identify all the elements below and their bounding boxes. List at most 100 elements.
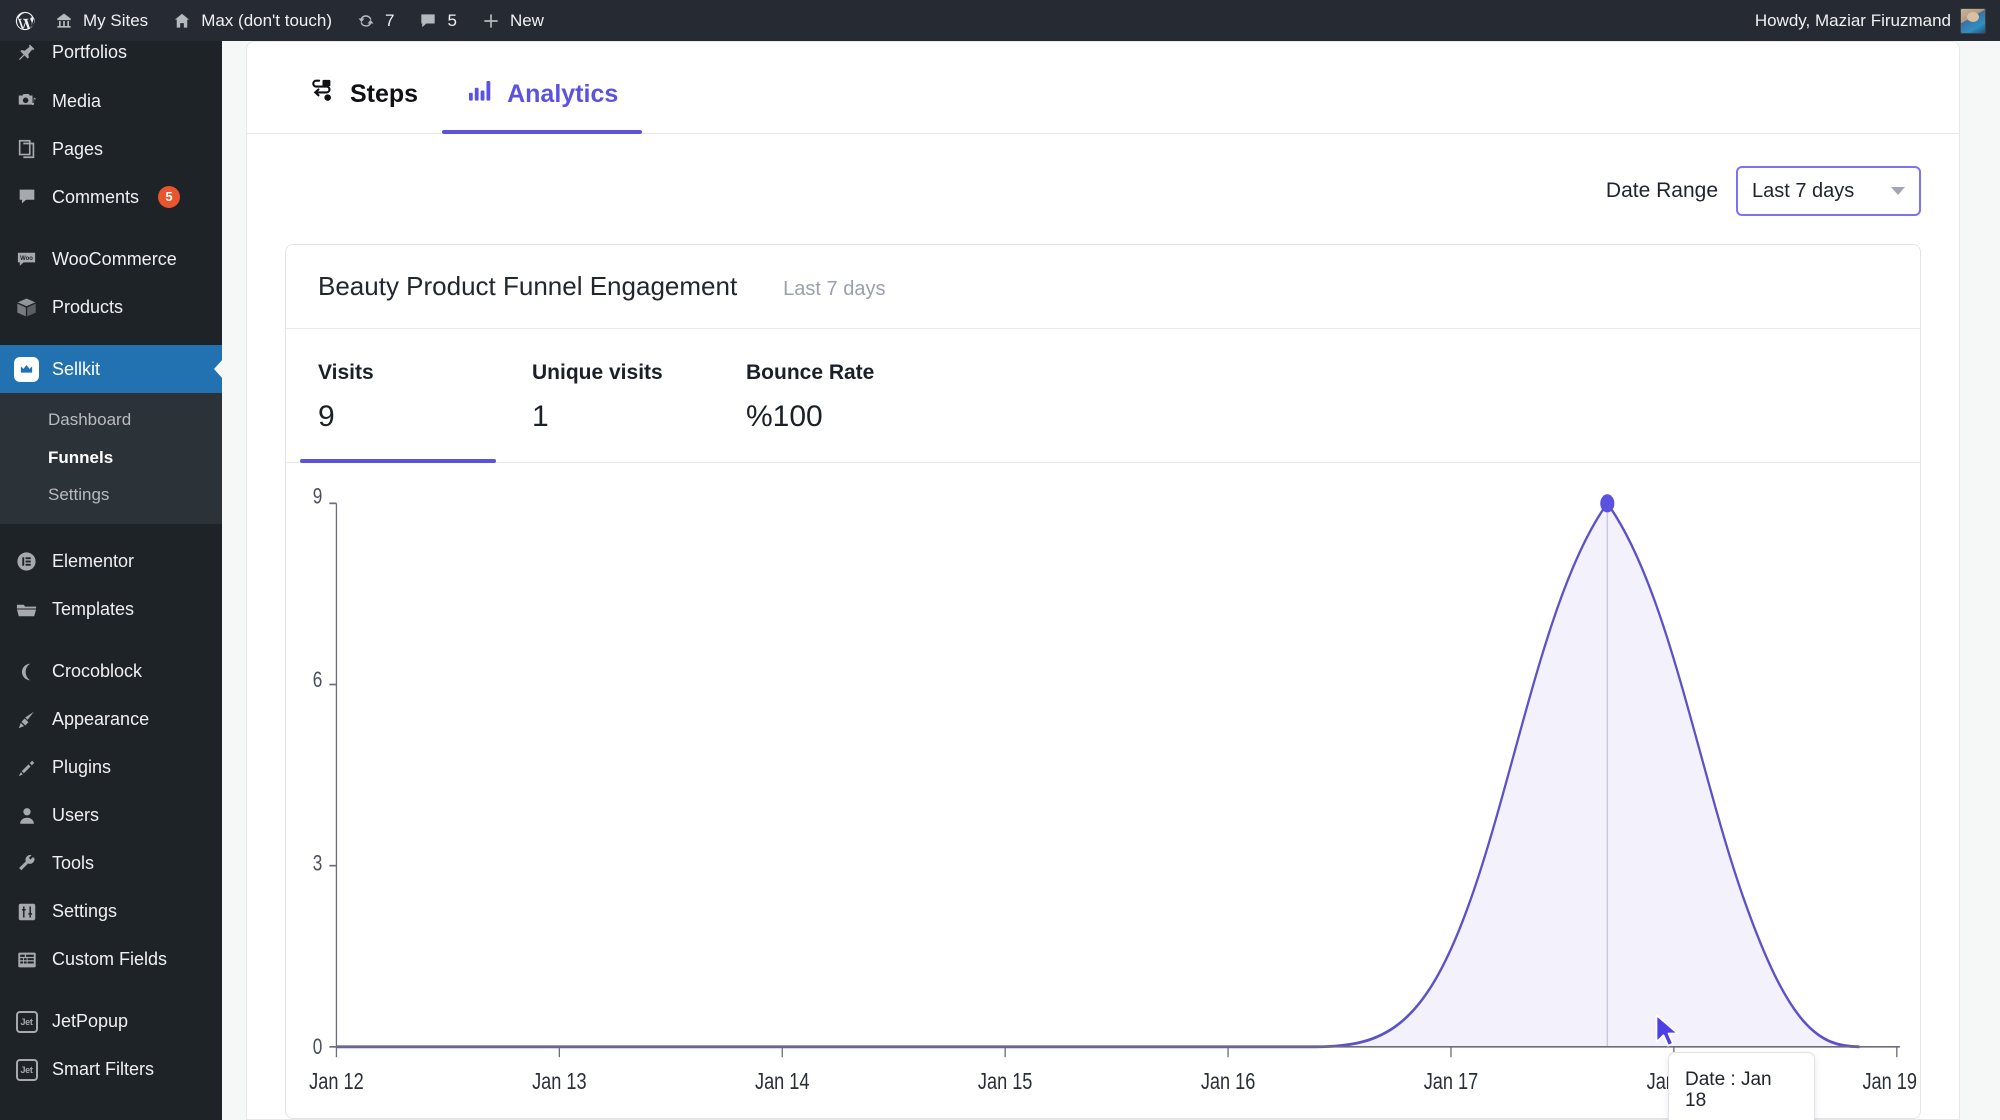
- y-tick-label: 6: [313, 668, 323, 693]
- sidebar-item-templates[interactable]: Templates: [0, 586, 222, 634]
- sidebar-item-smart-filters[interactable]: Jet Smart Filters: [0, 1046, 222, 1094]
- jet-icon: Jet: [14, 1010, 39, 1033]
- y-tick-label: 9: [313, 485, 323, 510]
- sidebar-divider: [0, 634, 222, 648]
- date-range-select[interactable]: Last 7 days: [1736, 166, 1921, 216]
- sidebar-subitem-dashboard[interactable]: Dashboard: [0, 401, 222, 439]
- tab-analytics[interactable]: Analytics: [442, 77, 643, 134]
- howdy-account-menu[interactable]: Howdy, Maziar Firuzmand: [1741, 0, 1986, 41]
- visits-area-chart[interactable]: 9 6 3 0 Jan 12 Jan 13 Jan 14 Jan 15 Jan …: [286, 463, 1920, 1120]
- sidebar-subitem-funnels[interactable]: Funnels: [0, 439, 222, 477]
- tooltip-date-row: Date : Jan 18: [1685, 1069, 1772, 1111]
- date-range-label: Date Range: [1605, 179, 1718, 202]
- date-range-value: Last 7 days: [1752, 179, 1855, 202]
- sidebar-item-users[interactable]: Users: [0, 792, 222, 840]
- x-tick-label: Jan 16: [1201, 1069, 1255, 1095]
- sidebar-item-crocoblock[interactable]: Crocoblock: [0, 648, 222, 696]
- chart-tick-label-layer: 9 6 3 0 Jan 12 Jan 13 Jan 14 Jan 15 Jan …: [309, 485, 1917, 1095]
- wordpress-icon: [14, 10, 36, 32]
- sidebar-divider: [0, 984, 222, 998]
- sidebar-item-label: Smart Filters: [52, 1059, 155, 1079]
- sidebar-item-label: Sellkit: [52, 358, 101, 379]
- admin-bar-item-my-sites[interactable]: My Sites: [42, 0, 160, 41]
- admin-sidebar[interactable]: Portfolios Media Pages Comments 5 Woo Wo…: [0, 41, 222, 1120]
- stat-label: Bounce Rate: [746, 361, 875, 384]
- sidebar-item-label: Templates: [52, 599, 135, 619]
- sidebar-divider: [0, 524, 222, 538]
- sidebar-item-comments[interactable]: Comments 5: [0, 173, 222, 221]
- tab-analytics-label: Analytics: [507, 79, 619, 108]
- collapse-menu-button[interactable]: Collapse menu: [0, 1108, 222, 1120]
- sidebar-item-label: Tools: [52, 853, 95, 873]
- elementor-icon: [14, 550, 39, 573]
- sidebar-item-label: Custom Fields: [52, 949, 168, 969]
- sidebar-item-products[interactable]: Products: [0, 283, 222, 331]
- admin-bar-item-new[interactable]: New: [469, 0, 556, 41]
- stat-unique-visits[interactable]: Unique visits 1: [514, 361, 728, 462]
- tools-wrench-icon: [14, 853, 39, 875]
- sidebar-item-settings[interactable]: Settings: [0, 888, 222, 936]
- svg-text:Woo: Woo: [20, 255, 33, 261]
- chevron-down-icon: [1891, 187, 1905, 195]
- stat-value: 1: [532, 400, 549, 433]
- x-tick-label: Jan 13: [532, 1069, 586, 1095]
- plus-icon: [481, 11, 501, 31]
- report-period-label: Last 7 days: [783, 278, 886, 300]
- sidebar-item-portfolios[interactable]: Portfolios: [0, 41, 222, 63]
- admin-bar-comments-count: 5: [447, 11, 457, 30]
- main-content: Steps Analytics Date Range Last 7 days B…: [222, 41, 2000, 1120]
- y-tick-label: 3: [313, 851, 323, 876]
- steps-flow-icon: [309, 77, 336, 111]
- sidebar-item-label: Media: [52, 90, 102, 111]
- avatar: [1960, 7, 1986, 34]
- admin-bar-item-updates[interactable]: 7: [344, 0, 406, 41]
- sidebar-subitem-settings[interactable]: Settings: [0, 476, 222, 514]
- sidebar-item-tools[interactable]: Tools: [0, 840, 222, 888]
- sidebar-item-plugins[interactable]: Plugins: [0, 744, 222, 792]
- stat-bounce-rate[interactable]: Bounce Rate %100: [728, 361, 942, 462]
- custom-fields-icon: [14, 949, 39, 971]
- sidebar-item-label: Elementor: [52, 551, 135, 571]
- home-icon: [172, 11, 192, 31]
- sidebar-item-pages[interactable]: Pages: [0, 125, 222, 173]
- stats-row: Visits 9 Unique visits 1 Bounce Rate %10…: [286, 329, 1920, 463]
- pin-icon: [14, 42, 39, 63]
- tab-steps-label: Steps: [350, 79, 419, 108]
- x-tick-label: Jan 19: [1862, 1069, 1916, 1095]
- sidebar-item-label: WooCommerce: [52, 248, 177, 269]
- multisite-icon: [54, 11, 74, 31]
- stat-label: Visits: [318, 361, 374, 384]
- x-tick-label: Jan 17: [1424, 1069, 1478, 1095]
- sidebar-item-jetpopup[interactable]: Jet JetPopup: [0, 998, 222, 1046]
- media-icon: [14, 90, 39, 112]
- sidebar-item-custom-fields[interactable]: Custom Fields: [0, 936, 222, 984]
- sidebar-item-label: Settings: [52, 901, 118, 921]
- tab-steps[interactable]: Steps: [285, 77, 442, 133]
- sidebar-item-media[interactable]: Media: [0, 77, 222, 125]
- sidebar-item-sellkit[interactable]: Sellkit: [0, 345, 222, 393]
- admin-bar-item-comments[interactable]: 5: [406, 0, 468, 41]
- admin-bar-right: Howdy, Maziar Firuzmand: [1741, 0, 2000, 41]
- stat-value: %100: [746, 400, 823, 433]
- sidebar-item-appearance[interactable]: Appearance: [0, 696, 222, 744]
- pages-icon: [14, 138, 39, 160]
- sidebar-item-label: Plugins: [52, 757, 112, 777]
- funnel-panel: Steps Analytics Date Range Last 7 days B…: [246, 41, 1960, 1120]
- sidebar-item-label: Pages: [52, 138, 104, 159]
- appearance-brush-icon: [14, 709, 39, 731]
- page-title: Beauty Product Funnel Engagement: [318, 271, 738, 301]
- sellkit-submenu: Dashboard Funnels Settings: [0, 393, 222, 524]
- sidebar-item-woocommerce[interactable]: Woo WooCommerce: [0, 235, 222, 283]
- chart-tooltip: Date : Jan 18 Visits : 9: [1668, 1052, 1815, 1120]
- y-tick-label: 0: [313, 1035, 323, 1060]
- x-tick-label: Jan 12: [309, 1069, 363, 1095]
- wordpress-logo-button[interactable]: [0, 0, 42, 41]
- sidebar-item-elementor[interactable]: Elementor: [0, 538, 222, 586]
- products-icon: [14, 296, 39, 319]
- woo-icon: Woo: [14, 248, 39, 271]
- stat-visits[interactable]: Visits 9: [300, 361, 514, 463]
- page-shell: Steps Analytics Date Range Last 7 days B…: [222, 41, 2000, 1120]
- admin-bar-item-site-name[interactable]: Max (don't touch): [160, 0, 344, 41]
- stat-value: 9: [318, 400, 335, 433]
- analytics-bars-icon: [466, 77, 493, 111]
